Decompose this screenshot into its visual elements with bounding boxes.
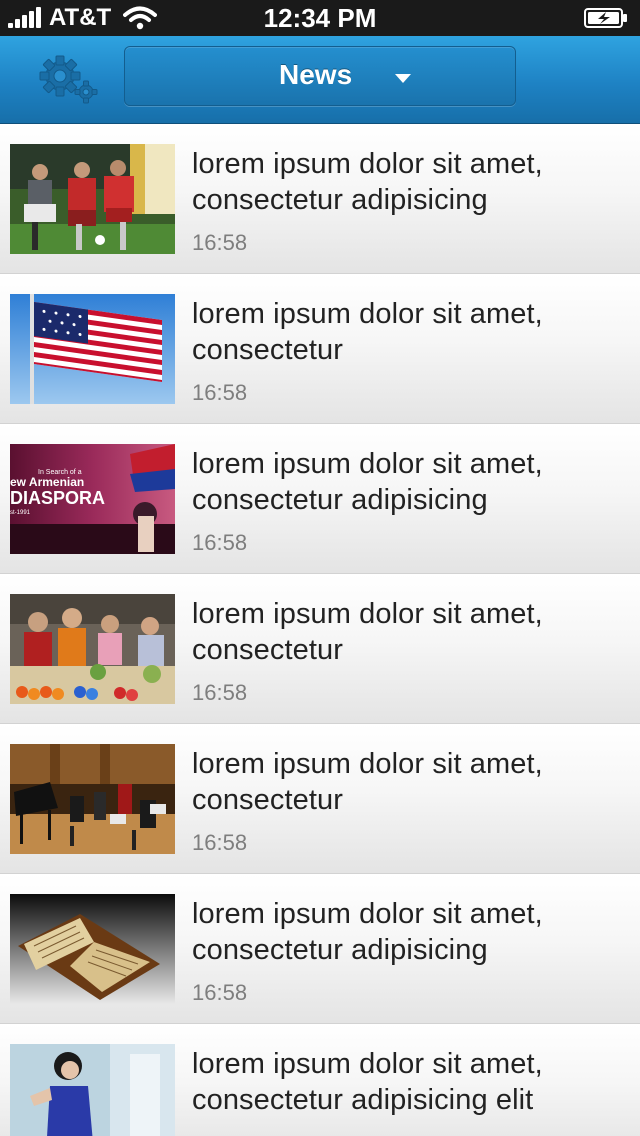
news-headline: lorem ipsum dolor sit amet, consectetur [192, 598, 543, 666]
news-list: lorem ipsum dolor sit amet, consectetur … [0, 124, 640, 1136]
battery-charging-icon [584, 8, 627, 28]
news-headline: lorem ipsum dolor sit amet, consectetur … [192, 898, 543, 966]
settings-gear-icon[interactable] [36, 54, 100, 106]
thumbnail-caption: st-1991 [10, 510, 31, 516]
thumbnail-caption: DIASPORA [10, 488, 105, 508]
news-thumbnail [10, 894, 175, 1004]
status-time: 12:34 PM [263, 3, 377, 33]
news-thumbnail [10, 744, 175, 854]
news-list-item[interactable]: lorem ipsum dolor sit amet, consectetur … [0, 574, 640, 724]
news-list-item[interactable]: lorem ipsum dolor sit amet, consectetur … [0, 124, 640, 274]
section-dropdown[interactable]: News [124, 46, 516, 106]
news-headline: lorem ipsum dolor sit amet, consectetur … [192, 448, 543, 516]
news-timestamp: 16:58 [192, 530, 248, 555]
news-timestamp: 16:58 [192, 980, 248, 1005]
news-timestamp: 16:58 [192, 830, 248, 855]
news-list-item[interactable]: lorem ipsum dolor sit amet, consectetur … [0, 1024, 640, 1136]
news-list-item[interactable]: In Search of a ew Armenian DIASPORA st-1… [0, 424, 640, 574]
news-timestamp: 16:58 [192, 230, 248, 255]
news-thumbnail [10, 144, 175, 254]
news-list-item[interactable]: lorem ipsum dolor sit amet, consectetur … [0, 874, 640, 1024]
chevron-down-icon [395, 74, 411, 83]
news-headline: lorem ipsum dolor sit amet, consectetur [192, 298, 543, 366]
navigation-bar: News [0, 36, 640, 124]
news-timestamp: 16:58 [192, 380, 248, 405]
news-thumbnail [10, 594, 175, 704]
status-bar: AT&T 12:34 PM [0, 0, 640, 36]
thumbnail-caption: ew Armenian [10, 475, 84, 489]
news-list-item[interactable]: lorem ipsum dolor sit amet, consectetur … [0, 274, 640, 424]
news-headline: lorem ipsum dolor sit amet, consectetur [192, 748, 543, 816]
news-headline: lorem ipsum dolor sit amet, consectetur … [192, 148, 543, 216]
news-headline: lorem ipsum dolor sit amet, consectetur … [192, 1048, 543, 1116]
news-thumbnail [10, 294, 175, 404]
news-list-item[interactable]: lorem ipsum dolor sit amet, consectetur … [0, 724, 640, 874]
news-thumbnail: In Search of a ew Armenian DIASPORA st-1… [10, 444, 175, 554]
news-thumbnail [10, 1044, 175, 1136]
news-timestamp: 16:58 [192, 680, 248, 705]
section-dropdown-label: News [279, 59, 353, 90]
